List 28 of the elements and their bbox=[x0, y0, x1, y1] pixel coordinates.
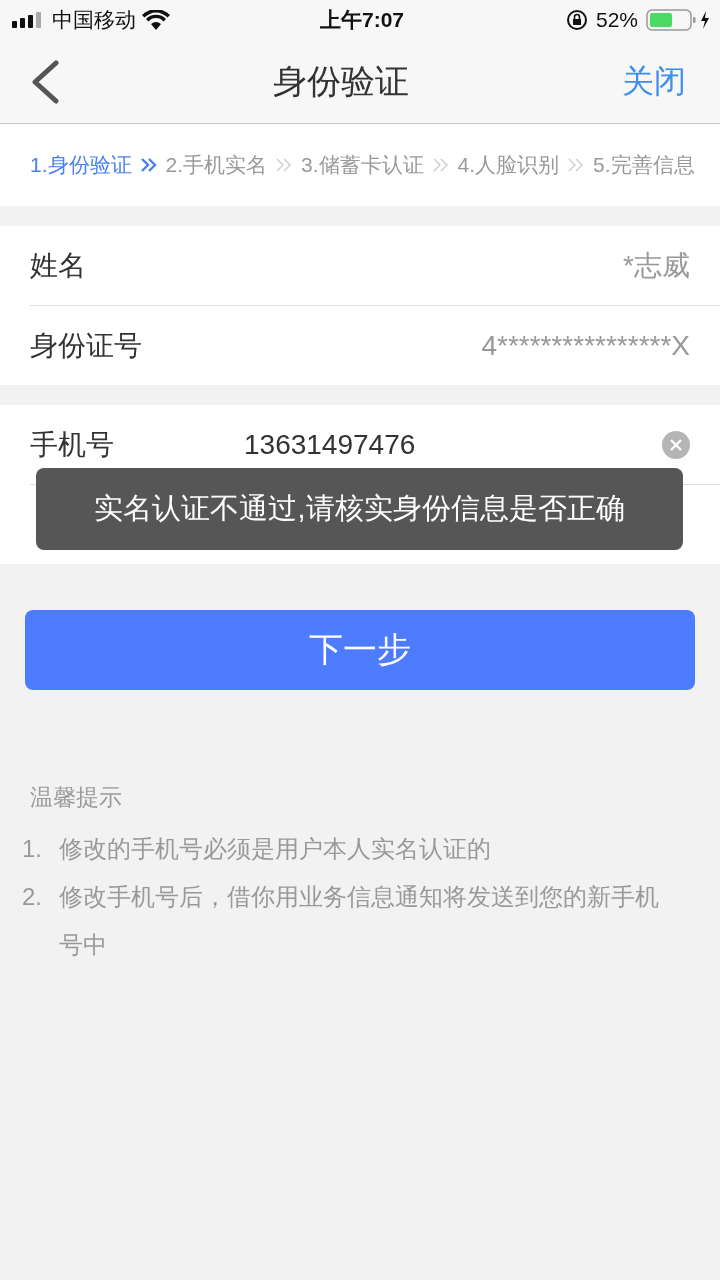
back-button[interactable] bbox=[30, 59, 60, 104]
step-label: 3.储蓄卡认证 bbox=[301, 152, 424, 178]
step-label: 5.完善信息 bbox=[593, 152, 695, 178]
clock-time: 上午7:07 bbox=[320, 7, 404, 33]
step-label: 1.身份验证 bbox=[30, 152, 132, 178]
field-value: *志威 bbox=[622, 248, 690, 283]
double-chevron-icon bbox=[431, 157, 450, 173]
next-button[interactable]: 下一步 bbox=[25, 610, 695, 690]
battery-charging-icon bbox=[646, 9, 712, 31]
field-label: 手机号 bbox=[30, 427, 115, 462]
list-number: 2. bbox=[22, 882, 43, 912]
wifi-icon bbox=[142, 10, 170, 30]
error-toast: 实名认证不通过,请核实身份信息是否正确 bbox=[36, 468, 683, 550]
carrier-name: 中国移动 bbox=[52, 7, 136, 33]
phone-input[interactable]: 13631497476 bbox=[244, 428, 662, 461]
tips-title: 温馨提示 bbox=[30, 783, 123, 812]
list-number: 1. bbox=[22, 834, 43, 864]
step-label: 2.手机实名 bbox=[165, 152, 268, 178]
field-label: 身份证号 bbox=[30, 328, 143, 363]
field-label: 姓名 bbox=[30, 248, 87, 283]
tip-text: 修改的手机号必须是用户本人实名认证的 bbox=[59, 834, 491, 864]
close-button[interactable]: 关闭 bbox=[622, 59, 686, 104]
page-title: 身份验证 bbox=[273, 60, 409, 102]
field-value: 4****************X bbox=[480, 329, 690, 362]
tip-text: 修改手机号后，借你用业务信息通知将发送到您的新手机号中 bbox=[59, 882, 660, 960]
double-chevron-icon bbox=[139, 157, 158, 173]
step-label: 4.人脸识别 bbox=[457, 152, 560, 178]
battery-percent: 52% bbox=[595, 8, 638, 32]
